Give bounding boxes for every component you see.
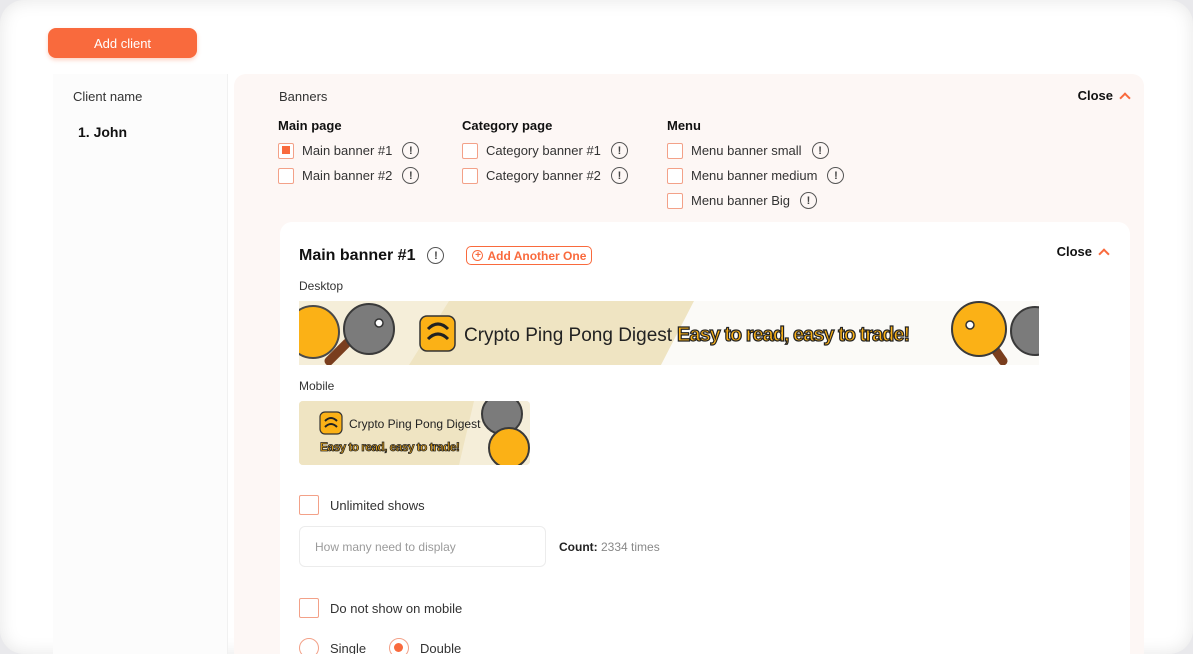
main-page-group: Main page Main banner #1 ! Main banner #… [278,118,420,188]
group-title: Menu [667,118,701,133]
option-label: Menu banner medium [691,168,818,183]
option-menu-banner-small[interactable]: Menu banner small ! [667,138,844,163]
checkbox[interactable] [278,142,294,159]
checkbox[interactable] [462,167,478,184]
chevron-up-icon [1119,91,1131,104]
option-label: Category banner #2 [486,168,601,183]
detail-header: Main banner #1 ! + Add Another One [299,246,593,265]
info-icon[interactable]: ! [427,247,445,264]
info-icon[interactable]: ! [610,142,628,159]
option-label: Main banner #2 [302,168,393,183]
unlimited-shows-label: Unlimited shows [330,497,425,513]
app-window: Add client Client name 1. John Banners C… [0,0,1193,654]
option-main-banner-2[interactable]: Main banner #2 ! [278,163,420,188]
menu-group: Menu Menu banner small ! Menu banner med… [667,118,845,213]
info-icon[interactable]: ! [402,142,420,159]
option-category-banner-1[interactable]: Category banner #1 ! [462,138,628,163]
radio-single-option[interactable]: Single [299,638,366,654]
client-name-header: Client name [73,89,143,104]
desktop-banner-image: Crypto Ping Pong Digest Easy to read, ea… [299,301,1039,365]
checkbox[interactable] [667,142,683,159]
group-title: Main page [278,118,342,133]
client-number: 1. [78,124,90,140]
banner-brand-text: Crypto Ping Pong Digest [464,325,673,346]
mobile-banner-image: Crypto Ping Pong Digest Easy to read, ea… [299,401,530,465]
info-icon[interactable]: ! [827,167,845,184]
checkbox[interactable] [667,192,683,209]
option-main-banner-1[interactable]: Main banner #1 ! [278,138,420,163]
mobile-tagline-text: Easy to read, easy to trade! [320,440,459,454]
client-list-panel: Client name 1. John [53,74,228,654]
option-label: Category banner #1 [486,143,601,158]
add-client-button[interactable]: Add client [48,28,197,58]
radio-single[interactable] [299,638,319,654]
add-another-label: Add Another One [487,248,587,263]
group-title: Category page [462,118,553,133]
banner-detail-card: Main banner #1 ! + Add Another One Close… [280,222,1130,654]
info-icon[interactable]: ! [402,167,420,184]
mobile-label: Mobile [299,379,335,393]
radio-single-label: Single [330,640,367,654]
no-mobile-checkbox[interactable] [299,598,319,618]
checkbox[interactable] [462,142,478,159]
count-display: Count: 2334 times [559,540,660,554]
detail-title: Main banner #1 [299,246,416,264]
close-label: Close [1077,88,1113,103]
banners-close-button[interactable]: Close [1077,88,1131,104]
banners-panel: Banners Close Main page Main banner #1 !… [234,74,1144,654]
radio-double-label: Double [420,640,462,654]
info-icon[interactable]: ! [610,167,628,184]
count-label: Count: [559,540,598,554]
display-count-input[interactable]: How many need to display [299,526,546,567]
desktop-label: Desktop [299,279,344,293]
close-label: Close [1056,244,1092,259]
no-mobile-option[interactable]: Do not show on mobile [299,598,462,618]
radio-double[interactable] [389,638,409,654]
banner-tagline-text: Easy to read, easy to trade! [677,324,909,346]
desktop-banner-graphic: Crypto Ping Pong Digest Easy to read, ea… [299,301,1039,365]
client-list-item[interactable]: 1. John [78,124,127,140]
option-menu-banner-big[interactable]: Menu banner Big ! [667,188,844,213]
detail-close-button[interactable]: Close [1056,244,1110,260]
mobile-banner-graphic: Crypto Ping Pong Digest Easy to read, ea… [299,401,530,465]
no-mobile-label: Do not show on mobile [330,600,463,616]
display-count-placeholder: How many need to display [315,539,456,554]
option-label: Menu banner small [691,143,802,158]
plus-circle-icon: + [472,250,484,261]
option-menu-banner-medium[interactable]: Menu banner medium ! [667,163,845,188]
info-icon[interactable]: ! [811,142,829,159]
unlimited-shows-option[interactable]: Unlimited shows [299,495,425,515]
category-page-group: Category page Category banner #1 ! Categ… [462,118,628,188]
info-icon[interactable]: ! [800,192,818,209]
unlimited-shows-checkbox[interactable] [299,495,319,515]
checkbox[interactable] [278,167,294,184]
mobile-brand-text: Crypto Ping Pong Digest [349,417,481,431]
count-value: 2334 times [601,540,660,554]
banners-title: Banners [279,89,328,104]
client-name: John [93,124,128,140]
radio-double-option[interactable]: Double [389,638,461,654]
chevron-up-icon [1098,247,1110,260]
option-category-banner-2[interactable]: Category banner #2 ! [462,163,628,188]
option-label: Menu banner Big [691,193,791,208]
checkbox[interactable] [667,167,683,184]
add-another-button[interactable]: + Add Another One [466,246,593,265]
option-label: Main banner #1 [302,143,393,158]
